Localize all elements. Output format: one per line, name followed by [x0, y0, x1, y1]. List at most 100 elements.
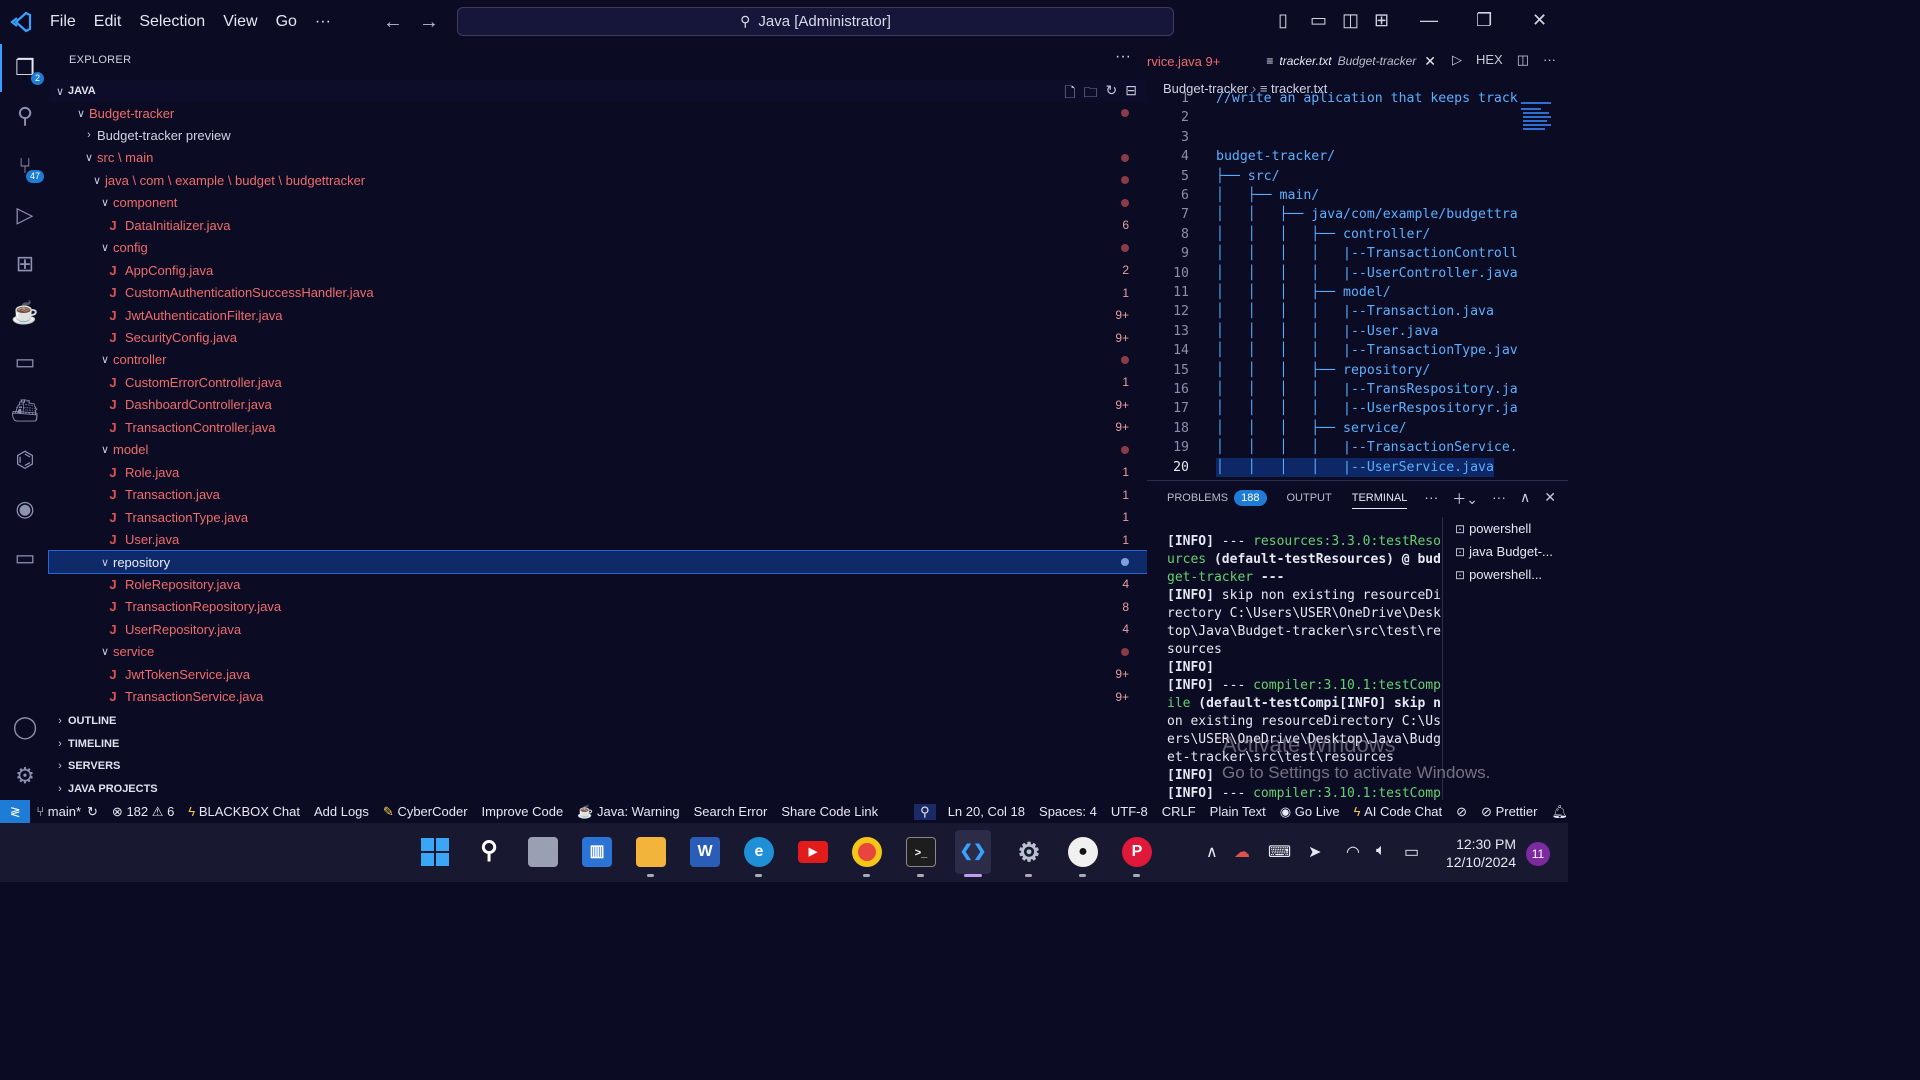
- vscode-taskbar-icon[interactable]: ❮❯: [955, 830, 991, 874]
- sync-icon[interactable]: ↻: [87, 804, 98, 820]
- file-tree-item[interactable]: J TransactionService.java 9+: [49, 686, 1147, 708]
- forward-arrow-icon[interactable]: →: [419, 11, 439, 34]
- task-view-icon[interactable]: [528, 837, 558, 867]
- cybercoder[interactable]: ✎ CyberCoder: [383, 804, 468, 820]
- copilot-disabled-icon[interactable]: ⊘: [1456, 804, 1467, 820]
- wifi-icon[interactable]: ◠: [1346, 842, 1360, 862]
- docker-icon[interactable]: ⛴: [10, 396, 40, 426]
- toggle-secondary-sidebar-icon[interactable]: ◫: [1342, 10, 1359, 31]
- run-icon[interactable]: ▷: [1452, 52, 1462, 68]
- keyboard-icon[interactable]: ⌨: [1268, 842, 1291, 862]
- menu-go[interactable]: Go: [276, 13, 297, 31]
- encoding[interactable]: UTF-8: [1111, 804, 1148, 819]
- source-control-icon[interactable]: ⑂ 47: [10, 151, 44, 183]
- file-tree-item[interactable]: J CustomErrorController.java 1: [49, 371, 1147, 393]
- menu-selection[interactable]: Selection: [139, 13, 205, 31]
- folder-tree-item[interactable]: ∨ java \ com \ example \ budget \ budgett…: [49, 169, 1147, 191]
- notification-count-badge[interactable]: 11: [1526, 842, 1550, 866]
- settings-app-icon[interactable]: ⚙: [1014, 837, 1044, 867]
- java-icon[interactable]: ☕: [10, 298, 40, 328]
- problems-status[interactable]: ⊗ 182 ⚠ 6: [112, 804, 174, 820]
- chat-icon[interactable]: ▭: [10, 543, 40, 573]
- section-java-projects[interactable]: › JAVA PROJECTS: [49, 778, 1147, 800]
- blackbox-chat[interactable]: ϟ BLACKBOX Chat: [188, 804, 300, 819]
- maximize-panel-icon[interactable]: ∧: [1520, 489, 1530, 509]
- java-warning[interactable]: ☕ Java: Warning: [577, 804, 679, 820]
- accounts-icon[interactable]: ◯: [10, 712, 40, 742]
- settings-gear-icon[interactable]: ⚙: [10, 761, 40, 791]
- search-error[interactable]: Search Error: [694, 804, 768, 819]
- menu-view[interactable]: View: [223, 13, 257, 31]
- remote-indicator-icon[interactable]: ≷: [0, 800, 31, 823]
- folder-tree-item[interactable]: ∨ component: [49, 192, 1147, 214]
- close-icon[interactable]: ✕: [1424, 53, 1436, 70]
- split-editor-icon[interactable]: ◫: [1517, 52, 1529, 68]
- tab-tracker-txt[interactable]: ≡ tracker.txt Budget-tracker ✕: [1260, 53, 1442, 70]
- share-code-link[interactable]: Share Code Link: [781, 804, 878, 819]
- file-tree-item[interactable]: J TransactionController.java 9+: [49, 416, 1147, 438]
- indentation[interactable]: Spaces: 4: [1039, 804, 1097, 819]
- menu-edit[interactable]: Edit: [94, 13, 122, 31]
- file-tree-item[interactable]: J Role.java 1: [49, 461, 1147, 483]
- security-tray-icon[interactable]: ☁: [1234, 842, 1250, 862]
- zoom-icon[interactable]: ⚲: [914, 803, 936, 820]
- folder-tree-item[interactable]: ∨ repository: [48, 550, 1148, 574]
- prettier[interactable]: ⊘ Prettier: [1481, 804, 1537, 820]
- menu-file[interactable]: File: [50, 13, 76, 31]
- minimap[interactable]: [1519, 98, 1555, 132]
- file-tree-item[interactable]: J Transaction.java 1: [49, 484, 1147, 506]
- panel-more-icon[interactable]: ···: [1492, 489, 1506, 509]
- windows-start-icon[interactable]: [420, 837, 450, 867]
- battery-icon[interactable]: ▭: [1404, 842, 1419, 862]
- folder-tree-item[interactable]: ∨ config: [49, 237, 1147, 259]
- file-tree-item[interactable]: J DashboardController.java 9+: [49, 394, 1147, 416]
- menu-more[interactable]: ···: [315, 13, 331, 31]
- section-servers[interactable]: › SERVERS: [49, 755, 1147, 777]
- file-tree-item[interactable]: J TransactionRepository.java 8: [49, 596, 1147, 618]
- restore-window-icon[interactable]: ❐: [1476, 10, 1492, 31]
- remote-explorer-icon[interactable]: ▭: [10, 347, 40, 377]
- file-tree-item[interactable]: J RoleRepository.java 4: [49, 573, 1147, 595]
- folder-tree-item[interactable]: ∨ controller: [49, 349, 1147, 371]
- folder-tree-item[interactable]: ∨ service: [49, 641, 1147, 663]
- extensions-icon[interactable]: ⊞: [10, 249, 40, 279]
- terminal-item-powershell-2[interactable]: ⊡ powershell...: [1455, 563, 1568, 586]
- search-view-icon[interactable]: ⚲: [10, 101, 40, 131]
- new-terminal-icon[interactable]: ＋⌄: [1452, 489, 1478, 509]
- section-timeline[interactable]: › TIMELINE: [49, 733, 1147, 755]
- edge-tools-icon[interactable]: ◉: [10, 494, 40, 524]
- github-icon[interactable]: ●: [1068, 837, 1098, 867]
- tab-terminal[interactable]: TERMINAL: [1351, 492, 1408, 509]
- edge-browser-icon[interactable]: e: [744, 837, 774, 867]
- notifications-bell-icon[interactable]: 🔔︎: [1551, 804, 1568, 820]
- taskbar-search-icon[interactable]: ⚲: [474, 837, 504, 867]
- cursor-position[interactable]: Ln 20, Col 18: [948, 804, 1025, 819]
- folder-tree-item[interactable]: ∨ src \ main: [49, 147, 1147, 169]
- file-tree-item[interactable]: J JwtTokenService.java 9+: [49, 663, 1147, 685]
- file-tree-item[interactable]: J CustomAuthenticationSuccessHandler.java…: [49, 282, 1147, 304]
- folder-tree-item[interactable]: ∨ model: [49, 439, 1147, 461]
- file-explorer-icon[interactable]: [636, 837, 666, 867]
- toggle-panel-icon[interactable]: ▭: [1310, 10, 1327, 31]
- section-outline[interactable]: › OUTLINE: [49, 710, 1147, 732]
- hex-editor-button[interactable]: HEX: [1476, 52, 1503, 68]
- close-panel-icon[interactable]: ✕: [1544, 489, 1556, 509]
- add-logs[interactable]: Add Logs: [314, 804, 369, 819]
- pinterest-icon[interactable]: P: [1122, 837, 1152, 867]
- file-tree-item[interactable]: J SecurityConfig.java 9+: [49, 327, 1147, 349]
- word-icon[interactable]: W: [690, 837, 720, 867]
- folder-tree-item[interactable]: › Budget-tracker preview: [49, 124, 1147, 146]
- more-icon[interactable]: ···: [1424, 489, 1438, 509]
- terminal-item-java[interactable]: ⊡ java Budget-...: [1455, 540, 1568, 563]
- tab-problems[interactable]: PROBLEMS 188: [1167, 490, 1267, 506]
- back-arrow-icon[interactable]: ←: [383, 11, 403, 34]
- python-icon[interactable]: ⌬: [10, 445, 40, 475]
- folder-tree-item[interactable]: ∨ Budget-tracker: [49, 102, 1147, 124]
- editor-more-button[interactable]: ···: [1543, 52, 1556, 68]
- tab-service-java[interactable]: rvice.java 9+: [1147, 54, 1230, 69]
- section-java-header[interactable]: ∨ JAVA 🗋 🗀 ↻ ⊟: [49, 80, 1147, 102]
- widgets-icon[interactable]: ▥: [582, 837, 612, 867]
- command-center-search[interactable]: ⚲ Java [Administrator]: [457, 7, 1174, 36]
- tab-output[interactable]: OUTPUT: [1287, 492, 1332, 504]
- minimize-window-icon[interactable]: —: [1420, 10, 1438, 31]
